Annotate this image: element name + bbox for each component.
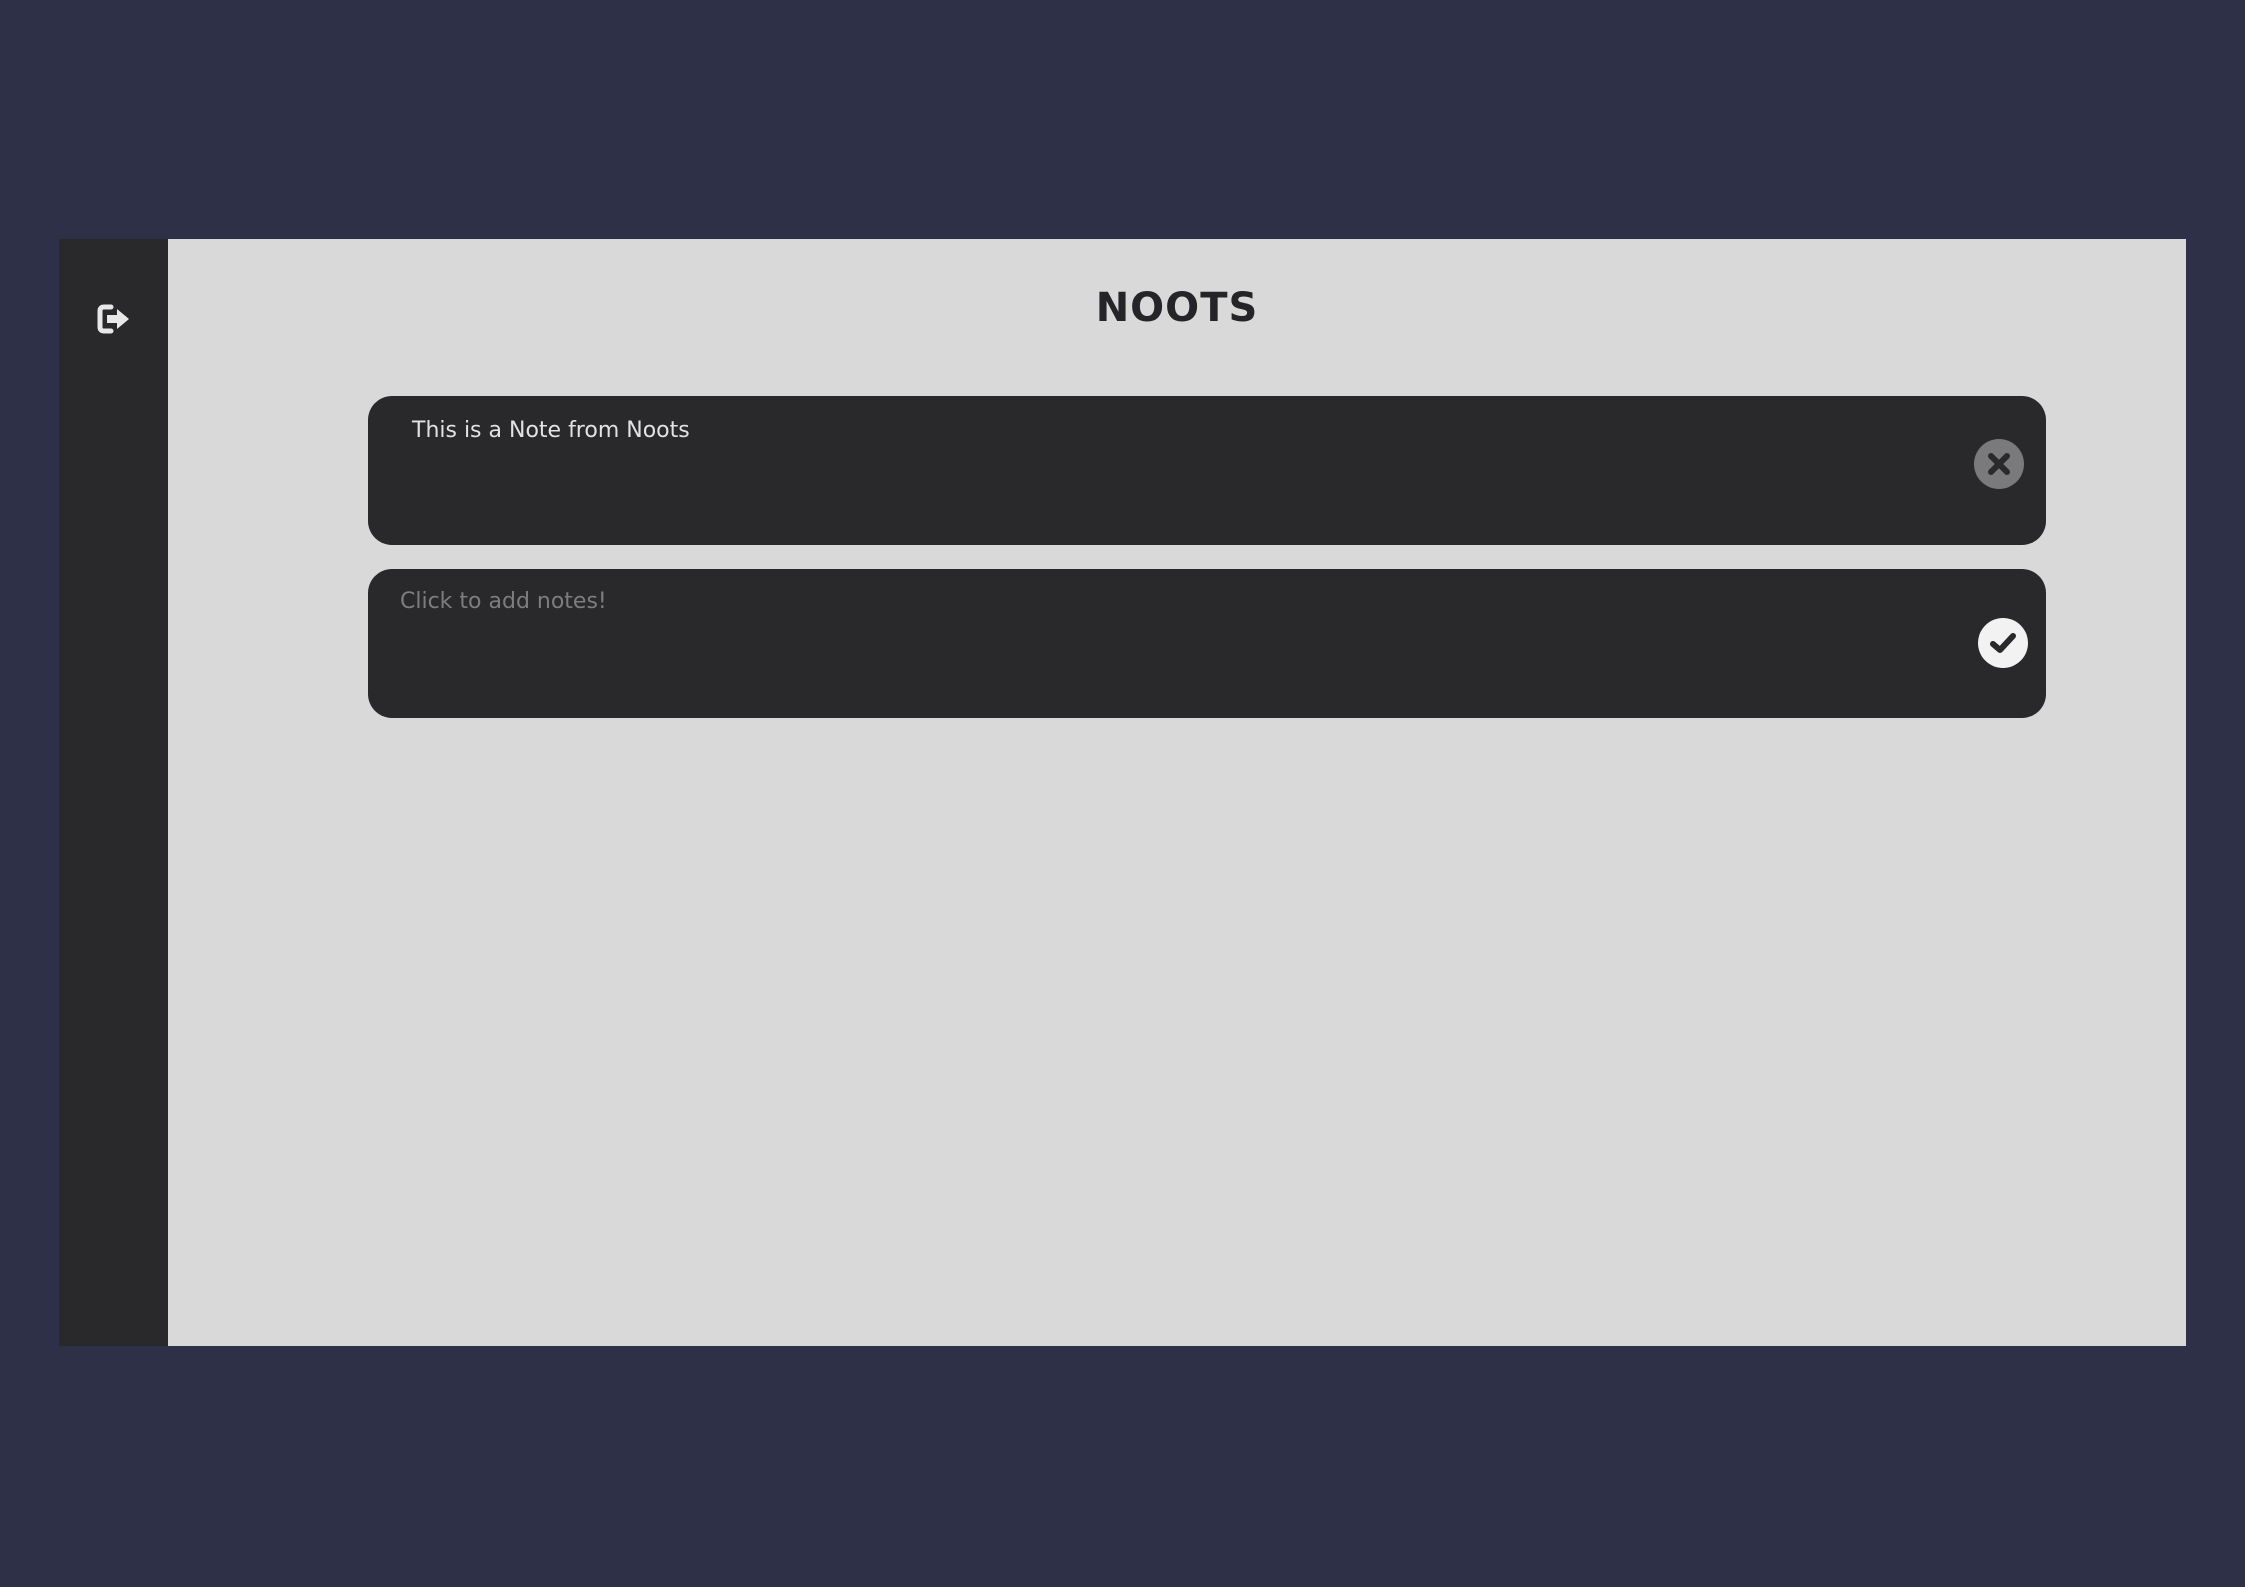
- new-note-card: [368, 569, 2046, 718]
- new-note-input[interactable]: [398, 585, 1922, 703]
- app-window: NOOTS This is a Note from Noots: [59, 239, 2186, 1346]
- close-icon: [1988, 453, 2010, 475]
- note-card[interactable]: This is a Note from Noots: [368, 396, 2046, 545]
- sign-out-icon: [97, 304, 129, 334]
- save-note-button[interactable]: [1978, 618, 2028, 668]
- logout-button[interactable]: [94, 299, 134, 339]
- delete-note-button[interactable]: [1974, 439, 2024, 489]
- page-title: NOOTS: [1095, 285, 1259, 331]
- main-content: NOOTS This is a Note from Noots: [168, 239, 2186, 1346]
- sidebar: [59, 239, 168, 1346]
- note-text: This is a Note from Noots: [412, 418, 690, 443]
- check-icon: [1990, 633, 2016, 653]
